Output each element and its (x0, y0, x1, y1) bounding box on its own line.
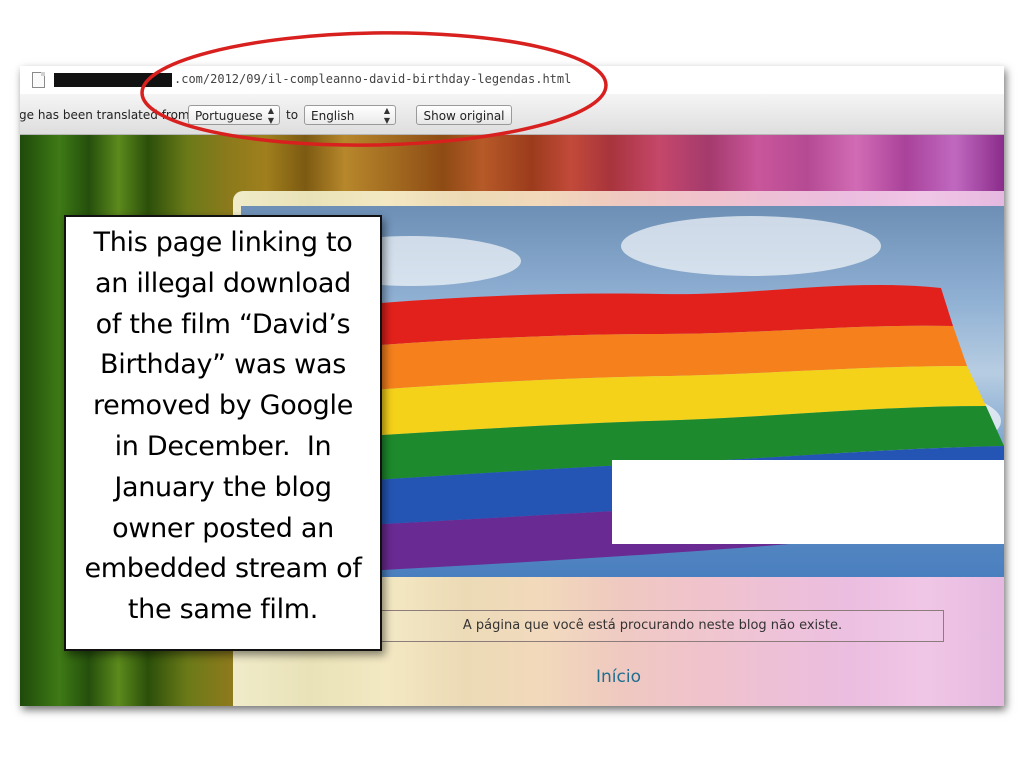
callout-line: Birthday” was was (100, 349, 346, 381)
document-icon (32, 72, 45, 88)
target-language-value: English (311, 109, 355, 123)
source-language-value: Portuguese (195, 109, 263, 123)
redacted-blog-title (612, 460, 1004, 544)
show-original-button[interactable]: Show original (416, 105, 512, 125)
to-label: to (286, 108, 299, 122)
callout-line: January the blog (114, 471, 332, 503)
updown-arrows-icon: ▲ ▼ (267, 106, 274, 125)
callout-line: owner posted an (112, 512, 334, 544)
annotation-callout-box: This page linking to an illegal download… (64, 215, 382, 651)
callout-line: the same film. (127, 594, 319, 626)
callout-line: an illegal download (95, 267, 351, 299)
translation-bar: ge has been translated from Portuguese ▲… (20, 94, 1004, 135)
callout-line: removed by Google (92, 390, 354, 422)
callout-line: embedded stream of (84, 553, 362, 585)
updown-arrows-icon: ▲ ▼ (383, 106, 390, 125)
translation-message: ge has been translated from (20, 108, 190, 122)
callout-line: in December. In (114, 430, 332, 462)
redacted-domain (54, 73, 172, 87)
url-text[interactable]: .com/2012/09/il-compleanno-david-birthda… (174, 72, 571, 86)
callout-line: of the film “David’s (95, 308, 351, 340)
callout-line: This page linking to (93, 227, 353, 258)
source-language-select[interactable]: Portuguese ▲ ▼ (188, 105, 280, 125)
home-link[interactable]: Início (233, 667, 1004, 687)
address-bar[interactable]: .com/2012/09/il-compleanno-david-birthda… (20, 66, 1004, 95)
error-message-box: A página que você está procurando neste … (361, 610, 944, 642)
target-language-select[interactable]: English ▲ ▼ (304, 105, 396, 125)
